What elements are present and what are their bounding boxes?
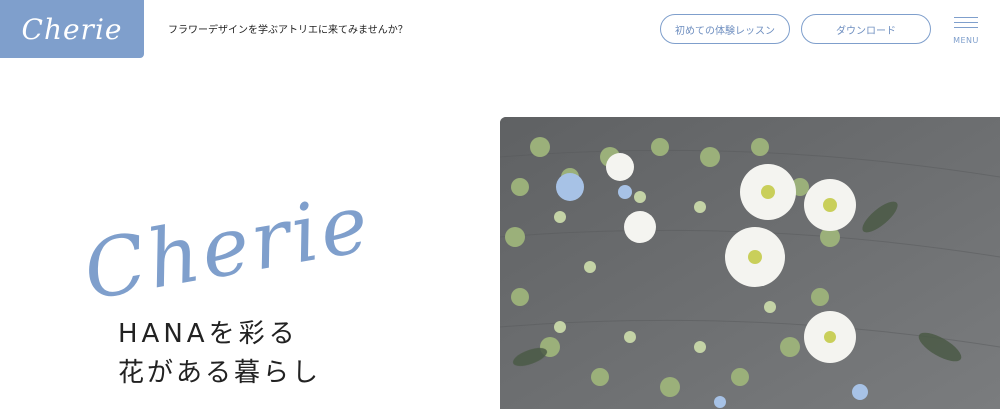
menu-button[interactable]: MENU bbox=[950, 15, 982, 49]
hamburger-icon bbox=[954, 17, 978, 18]
hamburger-icon-bar bbox=[954, 22, 978, 23]
hero-heading-line2: 花がある暮らし bbox=[118, 358, 322, 388]
download-button[interactable]: ダウンロード bbox=[801, 14, 931, 44]
trial-lesson-button[interactable]: 初めての体験レッスン bbox=[660, 14, 790, 44]
logo-text: Cherie bbox=[21, 12, 123, 46]
header-tagline: フラワーデザインを学ぶアトリエに来てみませんか？ bbox=[168, 25, 408, 36]
hero-heading-line1: HANAを彩る bbox=[118, 319, 299, 349]
hero-script-title: Cherie bbox=[76, 176, 378, 318]
hero-flower-image bbox=[500, 117, 1000, 409]
hamburger-icon-bar bbox=[954, 27, 978, 28]
logo[interactable]: Cherie bbox=[0, 0, 144, 58]
flower-wreath-illustration bbox=[500, 117, 1000, 409]
menu-label: MENU bbox=[953, 36, 979, 45]
